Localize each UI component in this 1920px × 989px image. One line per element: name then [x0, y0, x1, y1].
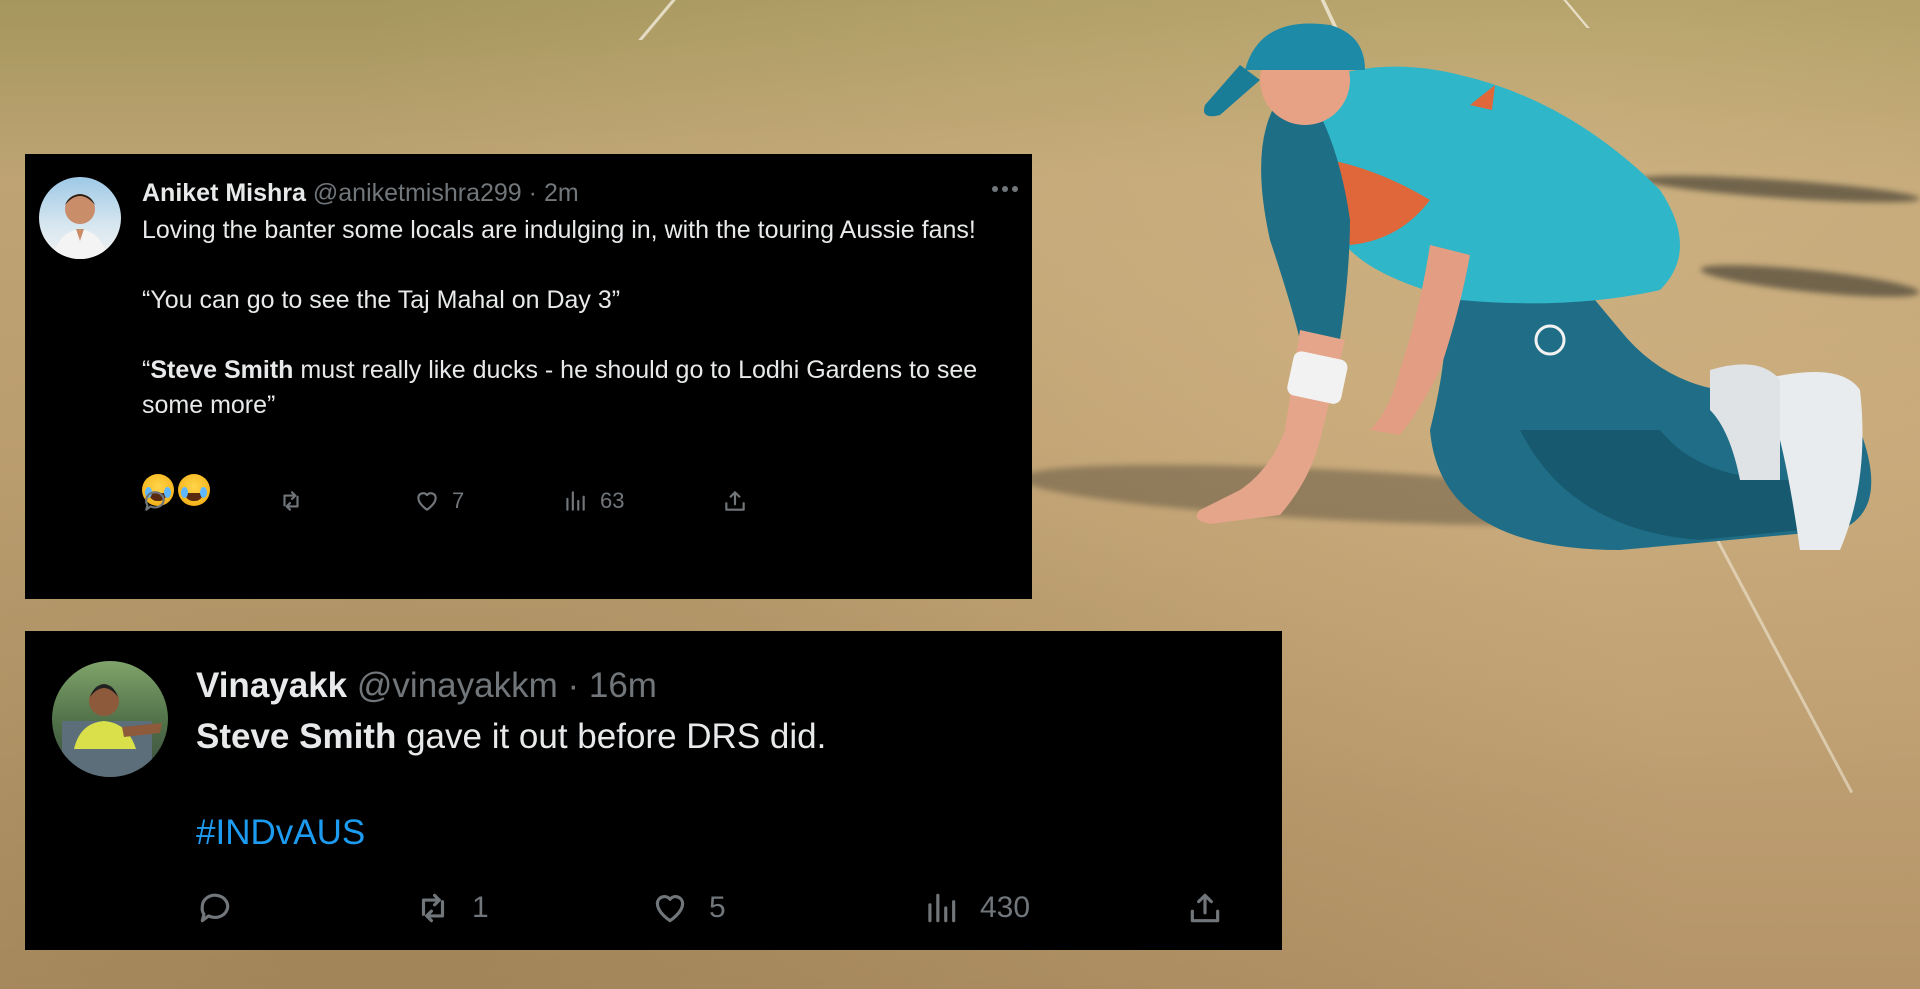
tweet-card[interactable]: Vinayakk @vinayakkm · 16m Steve Smith ga…	[25, 631, 1282, 950]
separator-dot: ·	[528, 179, 537, 207]
views-button[interactable]: 63	[562, 488, 624, 514]
tweet-paragraph: Loving the banter some locals are indulg…	[142, 216, 976, 244]
views-icon	[928, 893, 956, 923]
share-icon	[725, 491, 745, 511]
repost-count: 1	[472, 891, 489, 924]
author-name[interactable]: Vinayakk	[196, 666, 347, 705]
views-count: 63	[600, 488, 625, 513]
separator-dot: ·	[567, 666, 580, 705]
author-handle[interactable]: @aniketmishra299	[313, 179, 522, 207]
views-button[interactable]: 430	[922, 889, 1030, 927]
avatar[interactable]	[39, 177, 121, 259]
pitch-crease-line	[638, 0, 676, 40]
author-handle[interactable]: @vinayakkm	[357, 666, 558, 705]
more-icon[interactable]	[990, 184, 1020, 194]
person-icon	[62, 684, 162, 777]
repost-icon	[283, 491, 299, 511]
reply-icon	[145, 491, 165, 511]
repost-icon	[421, 893, 445, 923]
like-icon	[655, 895, 685, 923]
tweet-text: Loving the banter some locals are indulg…	[142, 213, 1002, 507]
tweet-header: Aniket Mishra @aniketmishra299 · 2m	[142, 178, 579, 208]
tweet-text: Steve Smith gave it out before DRS did. …	[196, 715, 1196, 855]
tweet-header: Vinayakk @vinayakkm · 16m	[196, 665, 657, 707]
reply-button[interactable]	[196, 889, 254, 927]
person-icon	[53, 194, 107, 259]
like-count: 5	[709, 891, 726, 924]
author-name[interactable]: Aniket Mishra	[142, 179, 306, 207]
reply-icon	[200, 893, 230, 923]
like-button[interactable]: 7	[414, 488, 464, 514]
tweet-quote: “You can go to see the Taj Mahal on Day …	[142, 286, 621, 314]
like-button[interactable]: 5	[651, 889, 726, 927]
timestamp[interactable]: 2m	[544, 179, 579, 207]
avatar[interactable]	[52, 661, 168, 777]
laughing-tears-emoji-icon	[178, 474, 210, 507]
like-icon	[417, 492, 437, 511]
views-icon	[566, 491, 585, 511]
timestamp[interactable]: 16m	[589, 666, 657, 705]
bold-mention: Steve Smith	[150, 356, 294, 384]
like-count: 7	[452, 488, 465, 513]
views-count: 430	[980, 891, 1031, 924]
tweet-card[interactable]: Aniket Mishra @aniketmishra299 · 2m Lovi…	[25, 154, 1032, 599]
hashtag-link[interactable]: #INDvAUS	[196, 813, 365, 852]
share-button[interactable]	[1186, 889, 1244, 927]
tweet-quote: “Steve Smith must really like ducks - he…	[142, 353, 1002, 423]
repost-button[interactable]	[278, 488, 316, 514]
repost-button[interactable]: 1	[414, 889, 489, 927]
bold-mention: Steve Smith	[196, 717, 397, 756]
tweet-paragraph: Steve Smith gave it out before DRS did.	[196, 715, 1196, 759]
share-button[interactable]	[722, 488, 760, 514]
share-icon	[1190, 893, 1220, 923]
tweet-sentence: gave it out before DRS did.	[396, 717, 827, 756]
kneeling-cricketer-illustration	[1196, 23, 1872, 550]
reply-button[interactable]	[142, 488, 180, 514]
